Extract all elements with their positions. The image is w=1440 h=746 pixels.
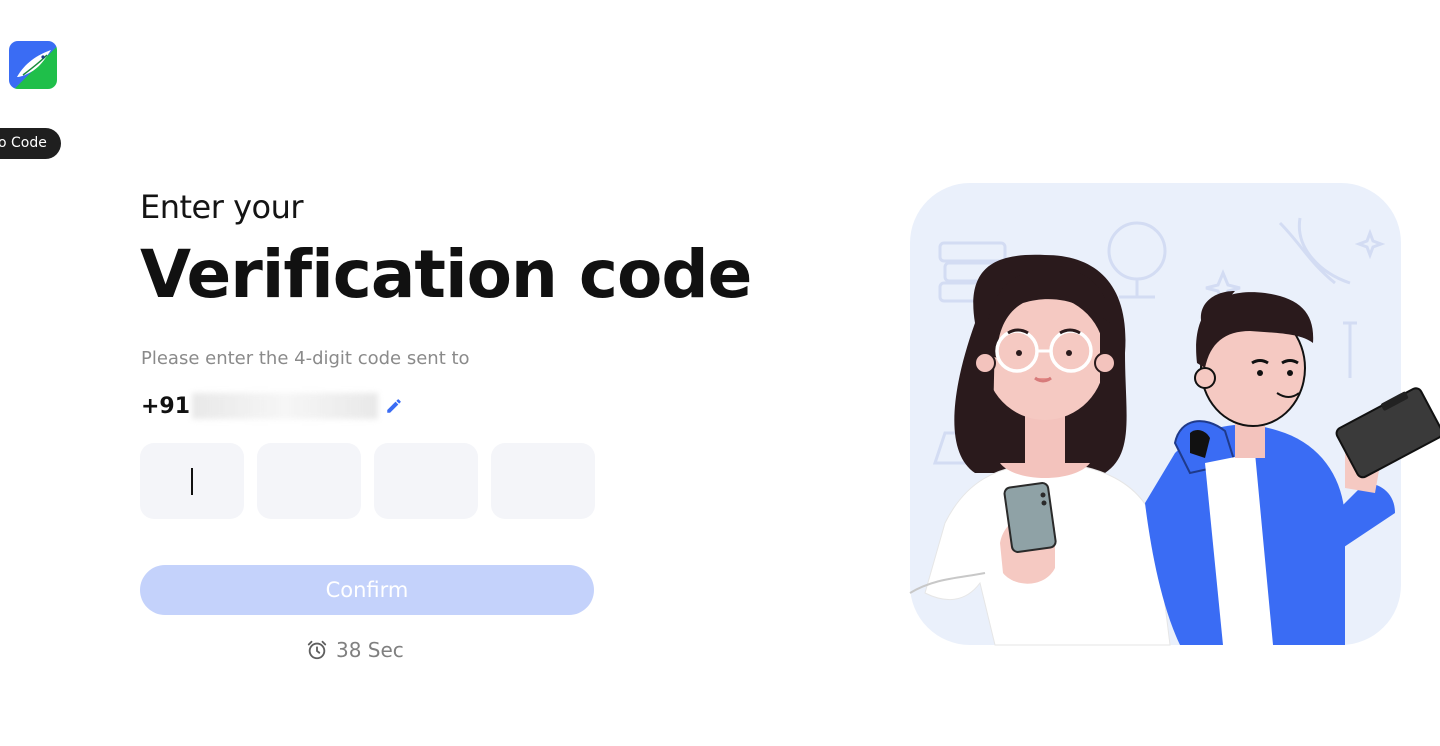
otp-digit-3[interactable] [374,443,478,519]
resend-timer: 38 Sec [306,638,404,662]
bird-logo-icon [9,41,57,89]
heading-line-1: Enter your [140,188,304,226]
otp-digit-2[interactable] [257,443,361,519]
confirm-button[interactable]: Confirm [140,565,594,615]
verification-page: o Code Enter your Verification code Plea… [0,0,1440,746]
page-title: Verification code [140,236,752,313]
text-caret [191,468,193,495]
otp-digit-4[interactable] [491,443,595,519]
phone-number-redacted [192,393,379,419]
otp-digit-1[interactable] [140,443,244,519]
app-logo[interactable] [9,41,57,89]
phone-number-row: +91 [141,393,404,419]
phone-prefix: +91 [141,393,191,419]
instruction-text: Please enter the 4-digit code sent to [141,348,470,369]
tooltip: o Code [0,128,61,159]
alarm-clock-icon [307,640,327,660]
students-with-devices-illustration [905,183,1440,653]
otp-input-group [140,443,595,519]
pencil-icon[interactable] [384,396,404,416]
timer-text: 38 Sec [336,638,404,662]
